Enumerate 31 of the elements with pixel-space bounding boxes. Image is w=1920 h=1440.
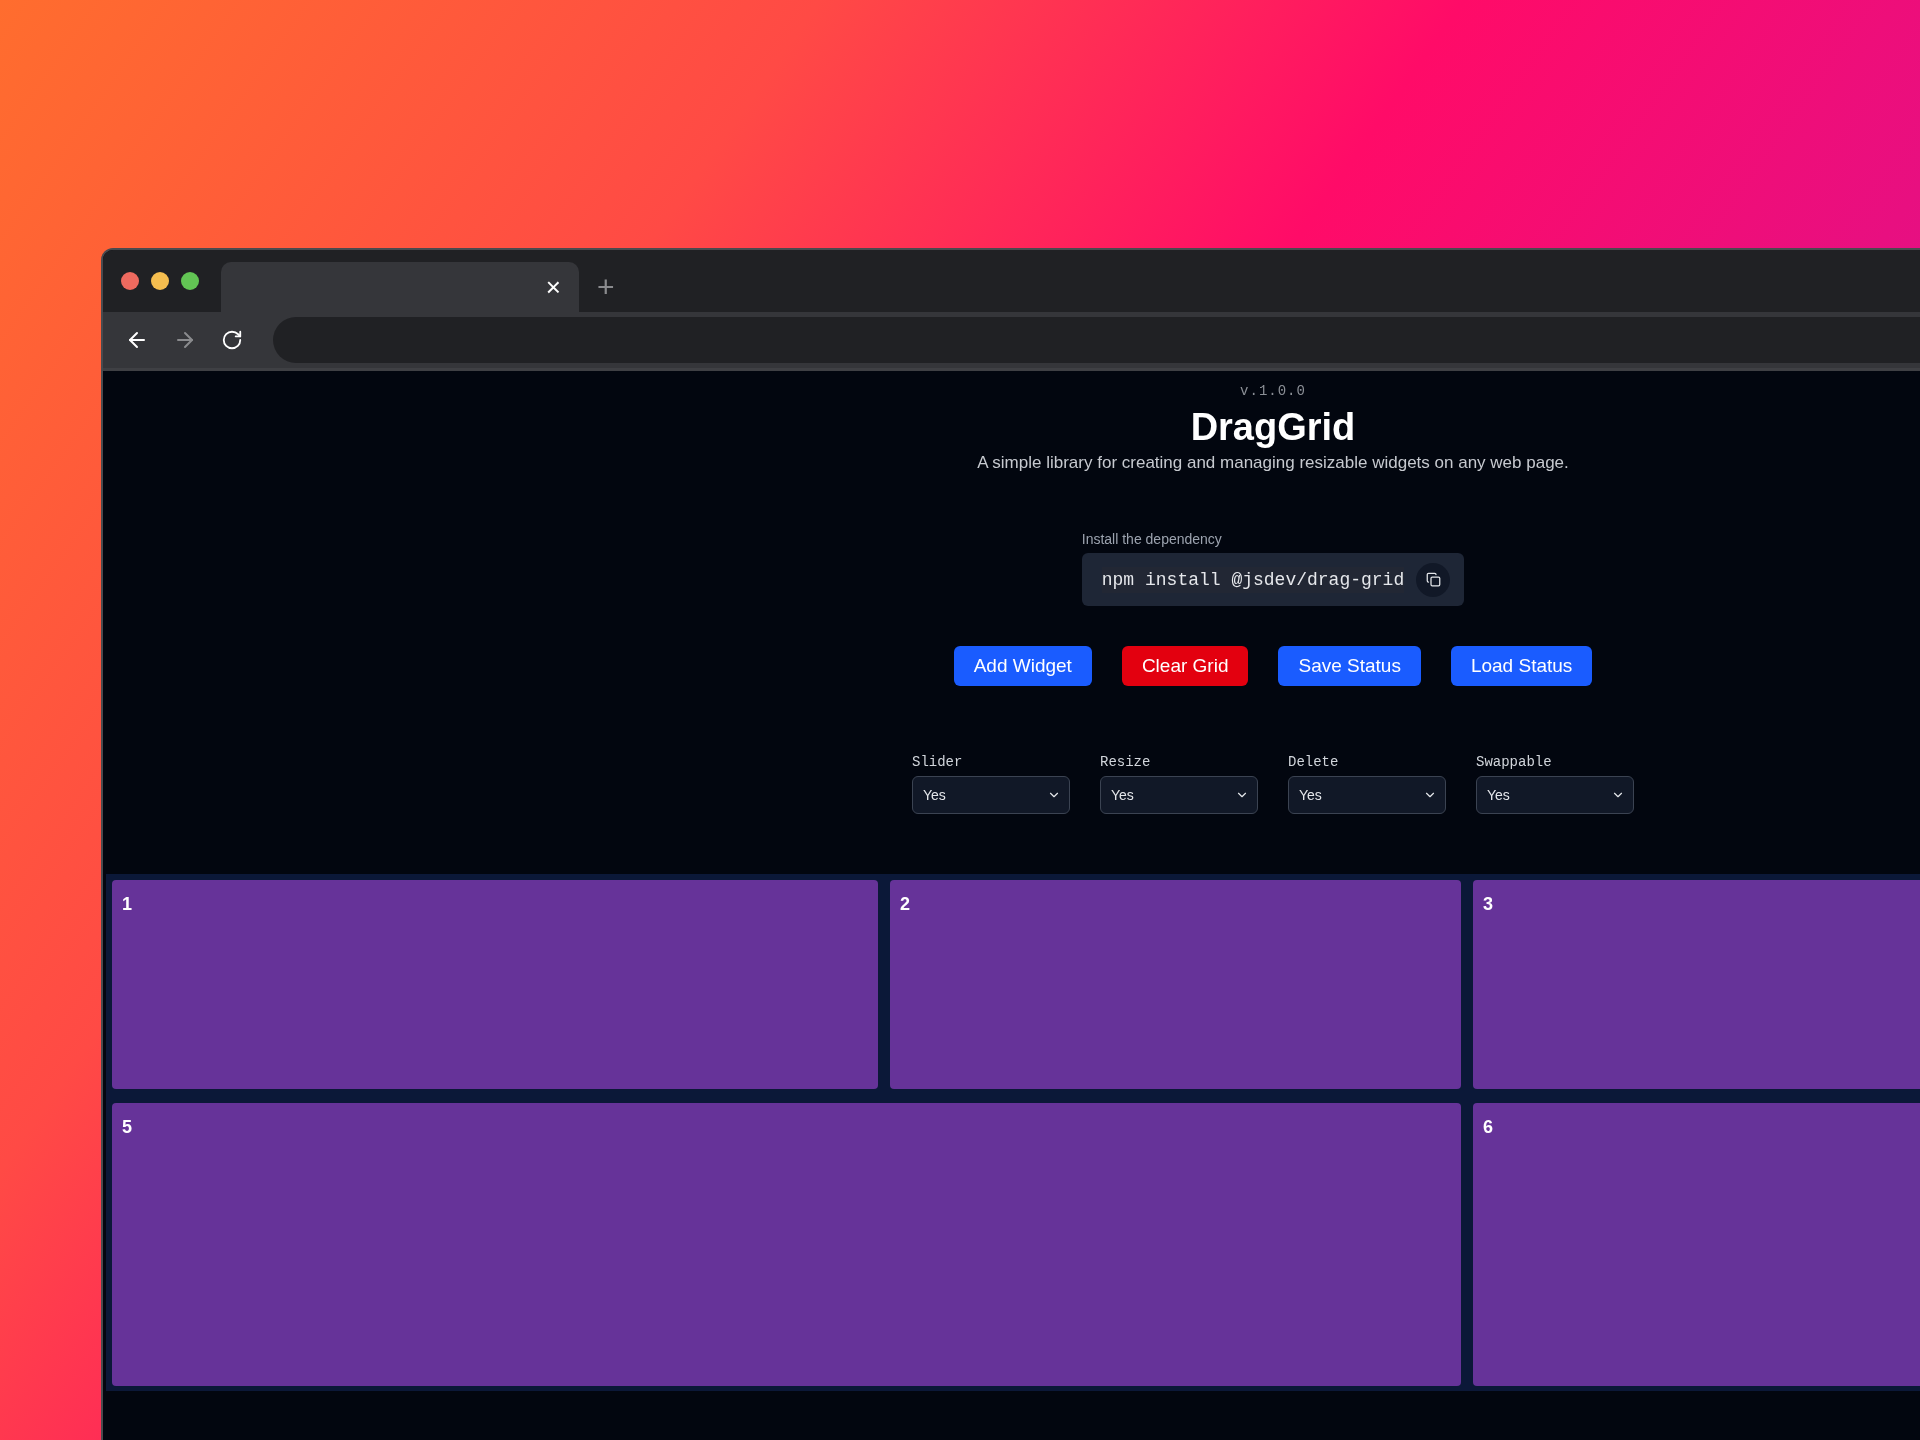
widget-card[interactable]: 3 [1473, 880, 1920, 1089]
option-select[interactable]: Yes [1288, 776, 1446, 814]
action-button[interactable]: Load Status [1450, 646, 1593, 686]
minimize-window-icon[interactable] [151, 272, 169, 290]
action-button[interactable]: Clear Grid [1121, 646, 1249, 686]
maximize-window-icon[interactable] [181, 272, 199, 290]
tab-close-button[interactable]: × [541, 274, 565, 300]
install-label: Install the dependency [1081, 531, 1223, 547]
option-select[interactable]: Yes [912, 776, 1070, 814]
browser-tab[interactable]: × [221, 262, 579, 312]
copy-button[interactable] [1416, 562, 1451, 597]
reload-icon[interactable] [221, 329, 243, 351]
new-tab-button[interactable]: + [597, 272, 615, 302]
page-title: DragGrid [1190, 405, 1356, 449]
option-select[interactable]: Yes [1476, 776, 1634, 814]
widget-card[interactable]: 6 [1473, 1103, 1920, 1386]
widget-card[interactable]: 5 [112, 1103, 1461, 1386]
install-command: npm install @jsdev/drag-grid [1101, 566, 1405, 593]
widget-card[interactable]: 2 [890, 880, 1461, 1089]
close-window-icon[interactable] [121, 272, 139, 290]
page-subtitle: A simple library for creating and managing resizable widgets on any web page. [977, 453, 1569, 473]
option-label: Resize [1100, 754, 1152, 770]
version-label: v.1.0.0 [1240, 383, 1306, 399]
option-label: Delete [1288, 754, 1340, 770]
widget-card[interactable]: 1 [112, 880, 878, 1089]
option-label: Slider [912, 754, 964, 770]
option-label: Swappable [1476, 754, 1553, 770]
copy-icon [1425, 572, 1441, 587]
action-button[interactable]: Add Widget [953, 646, 1092, 686]
option-select[interactable]: Yes [1100, 776, 1258, 814]
action-button[interactable]: Save Status [1278, 646, 1421, 686]
